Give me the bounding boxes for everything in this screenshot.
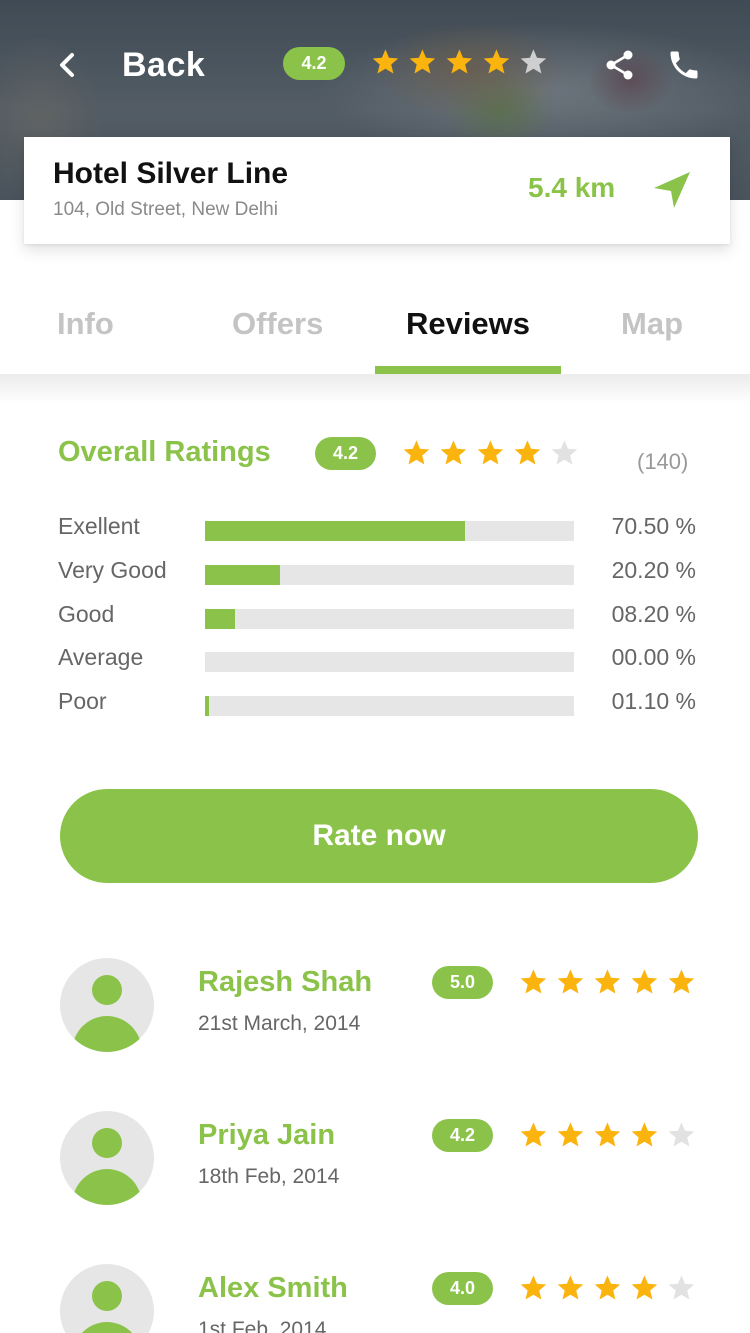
back-label: Back: [122, 45, 206, 84]
breakdown-row: Very Good 20.20 %: [0, 552, 750, 592]
star-empty-icon: [668, 1122, 695, 1147]
avatar: [60, 1264, 154, 1333]
review-item[interactable]: Alex Smith 1st Feb, 2014 4.0: [0, 1264, 750, 1333]
breakdown-bar-fill: [205, 609, 236, 629]
reviewer-name: Rajesh Shah: [198, 966, 373, 998]
breakdown-bar-fill: [205, 565, 280, 585]
breakdown-label: Very Good: [58, 557, 167, 583]
review-count: (140): [637, 449, 689, 474]
breakdown-row: Average 00.00 %: [0, 639, 750, 679]
breakdown-percent: 70.50 %: [611, 513, 696, 539]
star-filled-icon: [668, 969, 695, 994]
tab-bar: Info Offers Reviews Map: [0, 290, 750, 374]
breakdown-label: Good: [58, 601, 115, 627]
user-icon: [72, 1128, 142, 1205]
star-filled-icon: [477, 440, 504, 465]
star-filled-icon: [557, 969, 584, 994]
star-filled-icon: [520, 969, 547, 994]
hotel-card: Hotel Silver Line 104, Old Street, New D…: [24, 137, 730, 244]
star-filled-icon: [483, 49, 510, 74]
breakdown-bar-fill: [205, 521, 466, 541]
tab-info[interactable]: Info: [57, 306, 114, 342]
header-rating-stars: [367, 46, 552, 82]
reviewer-name: Alex Smith: [198, 1272, 348, 1304]
review-date: 1st Feb, 2014: [198, 1318, 327, 1333]
breakdown-label: Exellent: [58, 513, 140, 539]
breakdown-row: Good 08.20 %: [0, 596, 750, 636]
breakdown-percent: 01.10 %: [611, 688, 696, 714]
top-bar: Back 4.2: [0, 0, 750, 130]
star-filled-icon: [440, 440, 467, 465]
star-filled-icon: [594, 1122, 621, 1147]
breakdown-bar: [205, 652, 574, 672]
phone-icon[interactable]: [666, 47, 702, 83]
breakdown-bar: [205, 696, 574, 716]
star-filled-icon: [520, 1122, 547, 1147]
tab-bar-shadow: [0, 374, 750, 404]
review-rating-badge: 5.0: [432, 966, 493, 999]
star-filled-icon: [372, 49, 399, 74]
avatar: [60, 1111, 154, 1205]
review-rating-stars: [515, 1272, 700, 1306]
back-button[interactable]: Back: [52, 40, 205, 90]
star-filled-icon: [557, 1275, 584, 1300]
navigation-arrow-icon[interactable]: [650, 168, 694, 212]
star-filled-icon: [594, 969, 621, 994]
user-icon: [81, 1281, 133, 1333]
header-rating-badge: 4.2: [283, 47, 345, 80]
star-filled-icon: [631, 1122, 658, 1147]
star-empty-icon: [520, 49, 547, 74]
overall-rating-badge: 4.2: [315, 437, 376, 470]
breakdown-row: Poor 01.10 %: [0, 683, 750, 723]
tab-reviews[interactable]: Reviews: [375, 306, 561, 342]
tab-offers[interactable]: Offers: [232, 306, 323, 342]
active-tab-indicator: [375, 366, 561, 374]
hotel-address: 104, Old Street, New Delhi: [53, 199, 278, 220]
review-date: 21st March, 2014: [198, 1012, 361, 1035]
reviewer-name: Priya Jain: [198, 1119, 336, 1151]
avatar: [60, 958, 154, 1052]
hotel-name: Hotel Silver Line: [53, 157, 289, 190]
overall-rating-stars: [398, 437, 583, 471]
star-filled-icon: [446, 49, 473, 74]
tab-map[interactable]: Map: [621, 306, 683, 342]
review-rating-stars: [515, 1119, 700, 1153]
star-empty-icon: [551, 440, 578, 465]
star-filled-icon: [594, 1275, 621, 1300]
rate-now-button[interactable]: Rate now: [60, 789, 698, 883]
breakdown-percent: 20.20 %: [611, 557, 696, 583]
breakdown-label: Average: [58, 644, 144, 670]
star-filled-icon: [409, 49, 436, 74]
breakdown-bar: [205, 609, 574, 629]
star-filled-icon: [520, 1275, 547, 1300]
star-filled-icon: [514, 440, 541, 465]
star-filled-icon: [403, 440, 430, 465]
star-filled-icon: [631, 969, 658, 994]
breakdown-bar: [205, 521, 574, 541]
breakdown-bar-fill: [205, 696, 210, 716]
breakdown-percent: 08.20 %: [611, 601, 696, 627]
review-rating-badge: 4.0: [432, 1272, 493, 1305]
user-icon: [72, 975, 142, 1052]
star-empty-icon: [668, 1275, 695, 1300]
review-item[interactable]: Priya Jain 18th Feb, 2014 4.2: [0, 1111, 750, 1221]
review-date: 18th Feb, 2014: [198, 1165, 340, 1188]
review-item[interactable]: Rajesh Shah 21st March, 2014 5.0: [0, 958, 750, 1068]
breakdown-bar: [205, 565, 574, 585]
review-rating-badge: 4.2: [432, 1119, 493, 1152]
review-rating-stars: [515, 966, 700, 1000]
breakdown-row: Exellent 70.50 %: [0, 508, 750, 548]
chevron-left-icon: [60, 53, 74, 77]
breakdown-percent: 00.00 %: [611, 644, 696, 670]
share-icon[interactable]: [602, 47, 638, 83]
breakdown-label: Poor: [58, 688, 107, 714]
overall-ratings-title: Overall Ratings: [58, 436, 271, 468]
hotel-distance: 5.4 km: [528, 172, 616, 203]
star-filled-icon: [631, 1275, 658, 1300]
star-filled-icon: [557, 1122, 584, 1147]
